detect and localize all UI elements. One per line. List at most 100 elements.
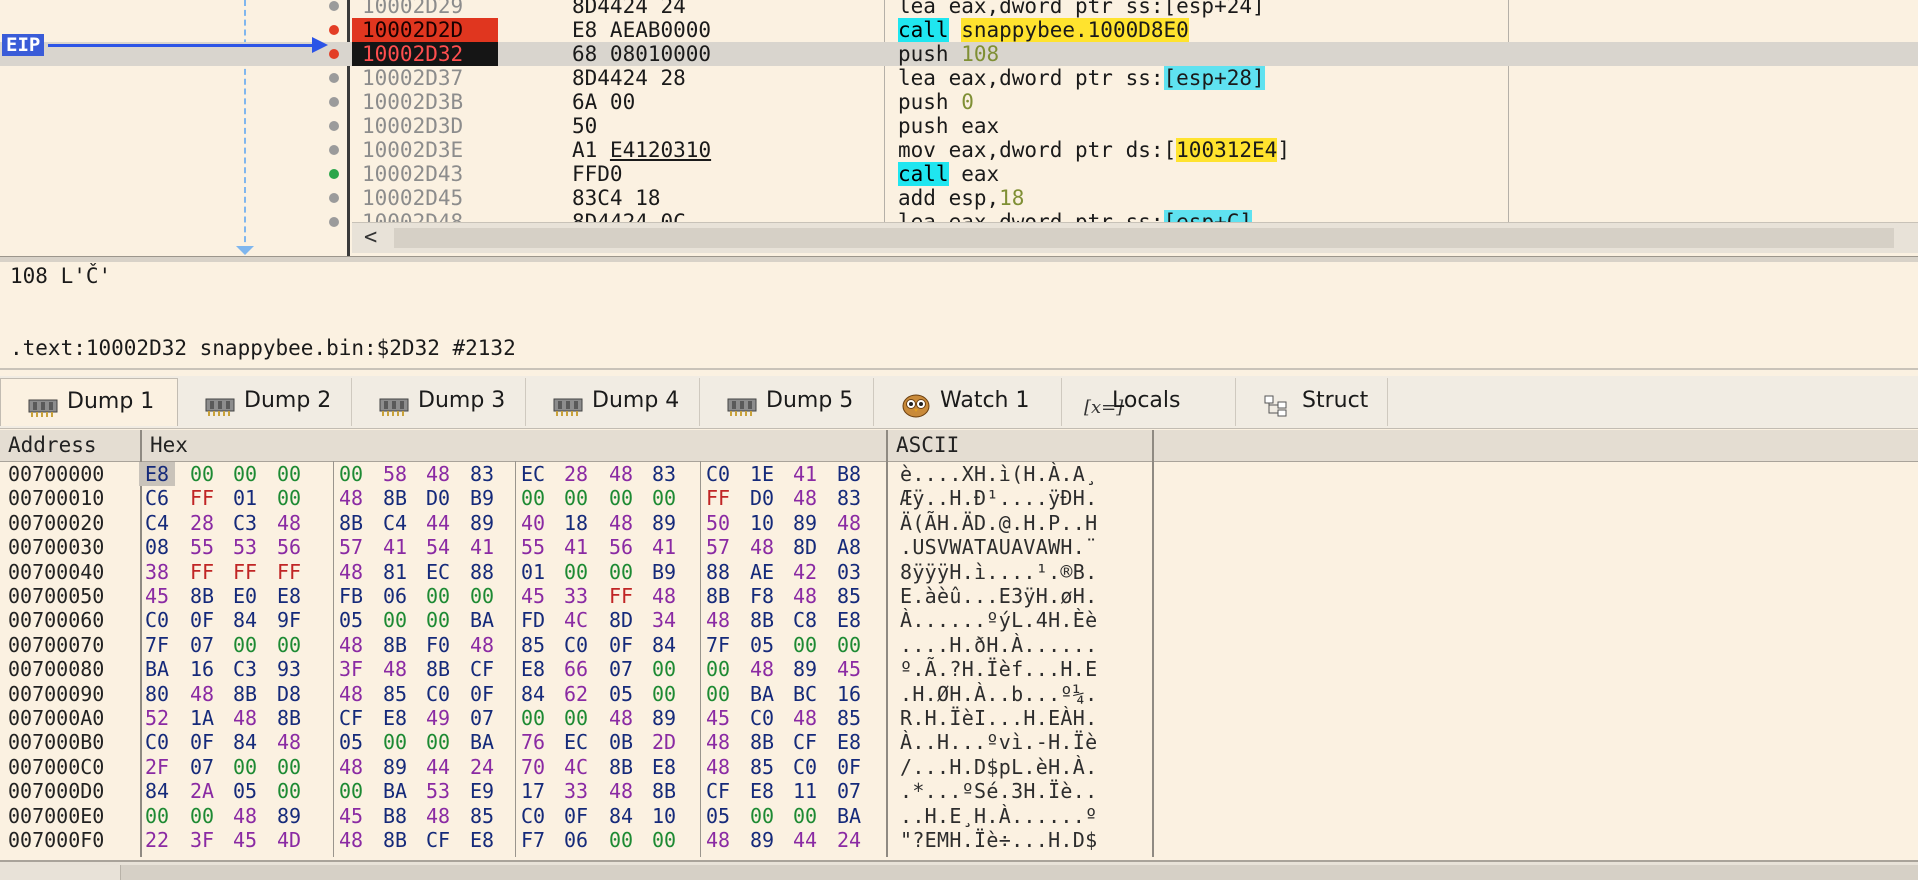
hex-byte[interactable]: 56 <box>603 535 639 559</box>
ascii-text[interactable]: 8ÿÿÿH.ì....¹.®B. <box>900 560 1097 584</box>
hex-byte[interactable]: 00 <box>831 633 867 657</box>
hex-byte[interactable]: 58 <box>377 462 413 486</box>
hex-byte[interactable]: 48 <box>787 486 823 510</box>
hex-byte[interactable]: EC <box>558 730 594 754</box>
hex-byte[interactable]: 48 <box>603 511 639 535</box>
hex-byte[interactable]: 48 <box>603 706 639 730</box>
hex-byte[interactable]: 00 <box>558 560 594 584</box>
hex-byte[interactable]: 00 <box>271 462 307 486</box>
hex-byte[interactable]: FF <box>184 486 220 510</box>
hex-byte[interactable]: 3F <box>184 828 220 852</box>
dump-row[interactable]: 00700030 08 55 53 56 57 41 54 41 55 41 56 41 57 48 8D A8… <box>0 535 1918 559</box>
hex-byte[interactable]: 85 <box>831 706 867 730</box>
hex-byte[interactable]: C0 <box>515 804 551 828</box>
horizontal-scrollbar[interactable]: < <box>352 222 1918 253</box>
instruction-address[interactable]: 10002D43 <box>352 162 498 186</box>
hex-byte[interactable]: 00 <box>603 560 639 584</box>
hex-byte[interactable]: 89 <box>271 804 307 828</box>
hex-byte[interactable]: 8B <box>271 706 307 730</box>
hex-byte[interactable]: 45 <box>227 828 263 852</box>
disasm-row[interactable]: 10002D29 8D4424 24 lea eax,dword ptr ss:[e… <box>0 0 1918 18</box>
breakpoint-dot-icon[interactable] <box>329 217 339 227</box>
ascii-text[interactable]: è....XH.ì(H.À.A¸ <box>900 462 1097 486</box>
hex-byte[interactable]: 70 <box>515 755 551 779</box>
dump-horizontal-scrollbar[interactable] <box>0 860 1918 880</box>
hex-byte[interactable]: 85 <box>515 633 551 657</box>
hex-byte[interactable]: 07 <box>184 633 220 657</box>
hex-byte[interactable]: 0F <box>831 755 867 779</box>
disasm-row[interactable]: 10002D45 83C4 18 add esp,18 <box>0 186 1918 210</box>
tab-struct[interactable]: Struct <box>1236 378 1388 426</box>
hex-byte[interactable]: 8B <box>227 682 263 706</box>
hex-byte[interactable]: 85 <box>377 682 413 706</box>
hex-byte[interactable]: 4C <box>558 755 594 779</box>
hex-byte[interactable]: C6 <box>139 486 175 510</box>
hex-byte[interactable]: 89 <box>744 828 780 852</box>
hex-byte[interactable]: 16 <box>831 682 867 706</box>
tab-dump-1[interactable]: Dump 1 <box>0 378 178 426</box>
hex-byte[interactable]: 00 <box>515 486 551 510</box>
hex-byte[interactable]: 48 <box>271 511 307 535</box>
hex-byte[interactable]: E8 <box>377 706 413 730</box>
instruction-text[interactable]: add esp,18 <box>898 186 1024 210</box>
hex-byte[interactable]: 05 <box>333 608 369 632</box>
dump-address[interactable]: 007000F0 <box>8 828 104 852</box>
disasm-row[interactable]: 10002D3B 6A 00 push 0 <box>0 90 1918 114</box>
hex-byte[interactable]: 00 <box>227 755 263 779</box>
hex-byte[interactable]: 93 <box>271 657 307 681</box>
hex-byte[interactable]: 57 <box>333 535 369 559</box>
hex-byte[interactable]: FD <box>515 608 551 632</box>
dump-row[interactable]: 007000D0 84 2A 05 00 00 BA 53 E9 17 33 48 8B CF E8 11 07… <box>0 779 1918 803</box>
hex-byte[interactable]: E8 <box>831 608 867 632</box>
hex-byte[interactable]: 06 <box>558 828 594 852</box>
hex-byte[interactable]: 00 <box>271 779 307 803</box>
hex-byte[interactable]: 00 <box>646 682 682 706</box>
hex-byte[interactable]: 10 <box>744 511 780 535</box>
hex-byte[interactable]: 8B <box>744 730 780 754</box>
hex-byte[interactable]: 8B <box>377 633 413 657</box>
hex-byte[interactable]: 8B <box>603 755 639 779</box>
hex-byte[interactable]: E8 <box>271 584 307 608</box>
hex-byte[interactable]: 48 <box>744 657 780 681</box>
hex-byte[interactable]: 8D <box>787 535 823 559</box>
hex-byte[interactable]: C0 <box>558 633 594 657</box>
hex-byte[interactable]: 48 <box>184 682 220 706</box>
hex-byte[interactable]: BA <box>464 730 500 754</box>
hex-byte[interactable]: 48 <box>333 486 369 510</box>
hex-byte[interactable]: 89 <box>377 755 413 779</box>
hex-byte[interactable]: CF <box>700 779 736 803</box>
hex-byte[interactable]: 41 <box>646 535 682 559</box>
ascii-text[interactable]: º.Ã.?H.Ïèf...H.E <box>900 657 1097 681</box>
hex-byte[interactable]: 8B <box>700 584 736 608</box>
hex-byte[interactable]: E8 <box>515 657 551 681</box>
hex-byte[interactable]: 22 <box>139 828 175 852</box>
dump-row[interactable]: 00700020 C4 28 C3 48 8B C4 44 89 40 18 48 89 50 10 89 48… <box>0 511 1918 535</box>
hex-byte[interactable]: 00 <box>515 706 551 730</box>
hex-byte[interactable]: 8B <box>377 828 413 852</box>
tab-dump-4[interactable]: Dump 4 <box>526 378 700 426</box>
instruction-address[interactable]: 10002D45 <box>352 186 498 210</box>
hex-byte[interactable]: 11 <box>787 779 823 803</box>
hex-byte[interactable]: 8B <box>420 657 456 681</box>
hex-byte[interactable]: 89 <box>646 706 682 730</box>
hex-byte[interactable]: 4C <box>558 608 594 632</box>
dump-address[interactable]: 00700010 <box>8 486 104 510</box>
hex-byte[interactable]: 0B <box>603 730 639 754</box>
hex-byte[interactable]: D0 <box>420 486 456 510</box>
hex-byte[interactable]: 48 <box>333 560 369 584</box>
hex-byte[interactable]: 52 <box>139 706 175 730</box>
hex-byte[interactable]: 28 <box>184 511 220 535</box>
hex-byte[interactable]: 24 <box>464 755 500 779</box>
dump-address[interactable]: 007000A0 <box>8 706 104 730</box>
hex-byte[interactable]: 9F <box>271 608 307 632</box>
hex-byte[interactable]: 44 <box>420 755 456 779</box>
ascii-text[interactable]: .H.ØH.À..b...º¼. <box>900 682 1097 706</box>
hex-byte[interactable]: BA <box>377 779 413 803</box>
hex-byte[interactable]: 85 <box>464 804 500 828</box>
breakpoint-dot-icon[interactable] <box>329 25 339 35</box>
hex-byte[interactable]: 44 <box>787 828 823 852</box>
hex-byte[interactable]: 42 <box>787 560 823 584</box>
instruction-address[interactable]: 10002D37 <box>352 66 498 90</box>
instruction-address[interactable]: 10002D3E <box>352 138 498 162</box>
hex-byte[interactable]: 00 <box>184 804 220 828</box>
